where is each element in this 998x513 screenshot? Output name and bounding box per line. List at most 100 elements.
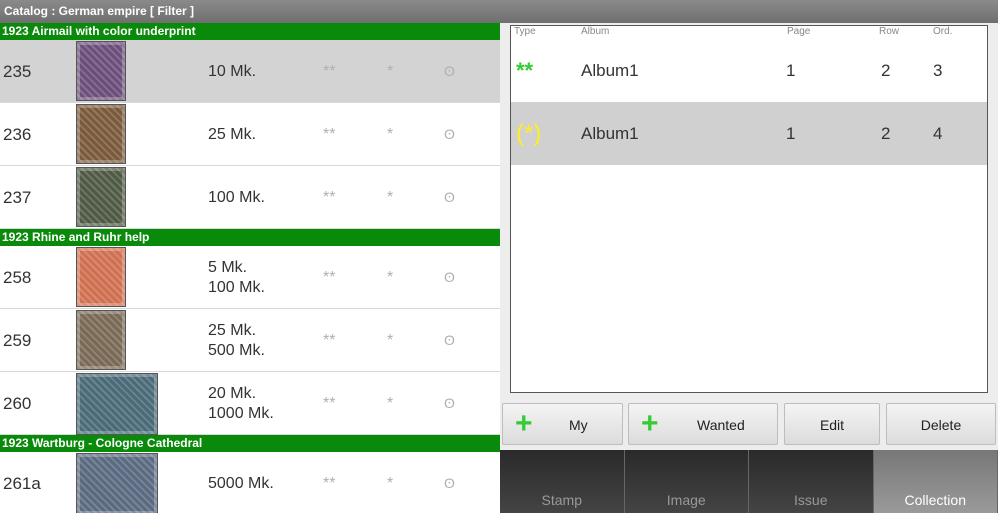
collection-ord: 4	[933, 124, 943, 143]
mint-mark[interactable]: **	[323, 166, 335, 229]
column-headers: Type Album Page Row Ord.	[511, 26, 987, 39]
edit-button[interactable]: Edit	[784, 403, 880, 445]
section-header: 1923 Rhine and Ruhr help	[0, 229, 500, 246]
catalog-list[interactable]: 1923 Airmail with color underprint 235 1…	[0, 23, 500, 513]
collection-album: Album1	[581, 61, 639, 80]
table-row[interactable]: 237 100 Mk. ** * ʘ	[0, 166, 500, 229]
tab-image[interactable]: Image	[624, 450, 749, 513]
stamp-number: 237	[3, 188, 32, 207]
collection-pane: Type Album Page Row Ord. ** Album1 1 2 3…	[500, 23, 998, 513]
table-row[interactable]: 260 20 Mk. 1000 Mk. ** * ʘ	[0, 372, 500, 435]
hinged-mark[interactable]: *	[387, 166, 393, 229]
collection-row: 2	[881, 124, 891, 143]
section-header: 1923 Airmail with color underprint	[0, 23, 500, 40]
stamp-value: 100 Mk.	[208, 278, 265, 296]
stamp-value: 1000 Mk.	[208, 404, 274, 422]
used-mark[interactable]: ʘ	[444, 166, 455, 229]
used-mark[interactable]: ʘ	[444, 103, 455, 166]
stamp-image[interactable]	[76, 373, 158, 435]
collection-page: 1	[786, 61, 796, 80]
stamp-values: 100 Mk.	[208, 166, 265, 229]
tab-issue[interactable]: Issue	[749, 450, 874, 513]
my-button-label: My	[569, 417, 588, 433]
plus-icon: +	[641, 407, 659, 440]
wanted-button-label: Wanted	[697, 417, 745, 433]
used-mark[interactable]: ʘ	[444, 452, 455, 513]
collection-row: 2	[881, 61, 891, 80]
stamp-values: 5000 Mk.	[208, 452, 274, 513]
stamp-number: 261a	[3, 474, 41, 493]
stamp-value: 100 Mk.	[208, 188, 265, 206]
stamp-value: 25 Mk.	[208, 321, 257, 339]
stamp-number: 259	[3, 331, 32, 350]
list-item[interactable]: (*) Album1 1 2 4	[511, 102, 987, 165]
table-row[interactable]: 259 25 Mk. 500 Mk. ** * ʘ	[0, 309, 500, 372]
stamp-image[interactable]	[76, 167, 126, 227]
used-mark[interactable]: ʘ	[444, 246, 455, 309]
collection-type: **	[516, 58, 534, 83]
table-row[interactable]: 261a 5000 Mk. ** * ʘ	[0, 452, 500, 513]
column-header-page: Page	[787, 26, 811, 37]
stamp-number: 258	[3, 268, 32, 287]
stamp-image[interactable]	[76, 453, 158, 513]
collection-type: (*)	[516, 120, 542, 147]
collection-page: 1	[786, 124, 796, 143]
delete-button[interactable]: Delete	[886, 403, 996, 445]
plus-icon: +	[515, 407, 533, 440]
window-title: Catalog : German empire [ Filter ]	[0, 0, 998, 23]
collection-list[interactable]: Type Album Page Row Ord. ** Album1 1 2 3…	[510, 25, 988, 393]
stamp-image[interactable]	[76, 41, 126, 101]
mint-mark[interactable]: **	[323, 40, 335, 103]
tab-collection[interactable]: Collection	[873, 450, 998, 513]
mint-mark[interactable]: **	[323, 372, 335, 435]
mint-mark[interactable]: **	[323, 103, 335, 166]
mint-mark[interactable]: **	[323, 452, 335, 513]
stamp-values: 10 Mk.	[208, 40, 256, 103]
stamp-number: 260	[3, 394, 32, 413]
edit-button-label: Edit	[819, 417, 845, 433]
stamp-number: 235	[3, 62, 32, 81]
delete-button-label: Delete	[920, 417, 962, 433]
stamp-image[interactable]	[76, 310, 126, 370]
stamp-value: 5 Mk.	[208, 258, 248, 276]
stamp-number: 236	[3, 125, 32, 144]
my-button[interactable]: + My	[502, 403, 623, 445]
stamp-values: 25 Mk. 500 Mk.	[208, 309, 265, 372]
stamp-values: 25 Mk.	[208, 103, 256, 166]
wanted-button[interactable]: + Wanted	[628, 403, 778, 445]
table-row[interactable]: 236 25 Mk. ** * ʘ	[0, 103, 500, 166]
hinged-mark[interactable]: *	[387, 40, 393, 103]
stamp-image[interactable]	[76, 247, 126, 307]
stamp-image[interactable]	[76, 104, 126, 164]
collection-album: Album1	[581, 124, 639, 143]
column-header-ord: Ord.	[933, 26, 953, 37]
column-header-type: Type	[514, 26, 536, 37]
stamp-values: 5 Mk. 100 Mk.	[208, 246, 265, 309]
mint-mark[interactable]: **	[323, 309, 335, 372]
hinged-mark[interactable]: *	[387, 452, 393, 513]
mint-mark[interactable]: **	[323, 246, 335, 309]
used-mark[interactable]: ʘ	[444, 372, 455, 435]
column-header-album: Album	[581, 26, 610, 37]
hinged-mark[interactable]: *	[387, 103, 393, 166]
section-header: 1923 Wartburg - Cologne Cathedral	[0, 435, 500, 452]
hinged-mark[interactable]: *	[387, 372, 393, 435]
bottom-tabs: Stamp Image Issue Collection	[500, 450, 998, 513]
stamp-value: 25 Mk.	[208, 125, 257, 143]
collection-ord: 3	[933, 61, 943, 80]
hinged-mark[interactable]: *	[387, 246, 393, 309]
used-mark[interactable]: ʘ	[444, 40, 455, 103]
tab-stamp[interactable]: Stamp	[500, 450, 625, 513]
stamp-value: 20 Mk.	[208, 384, 257, 402]
list-item[interactable]: ** Album1 1 2 3	[511, 39, 987, 102]
stamp-value: 500 Mk.	[208, 341, 265, 359]
action-bar: + My + Wanted Edit Delete	[500, 403, 998, 447]
column-header-row: Row	[879, 26, 900, 37]
stamp-value: 5000 Mk.	[208, 474, 274, 492]
stamp-value: 10 Mk.	[208, 62, 257, 80]
used-mark[interactable]: ʘ	[444, 309, 455, 372]
hinged-mark[interactable]: *	[387, 309, 393, 372]
table-row[interactable]: 235 10 Mk. ** * ʘ	[0, 40, 500, 103]
stamp-values: 20 Mk. 1000 Mk.	[208, 372, 274, 435]
table-row[interactable]: 258 5 Mk. 100 Mk. ** * ʘ	[0, 246, 500, 309]
